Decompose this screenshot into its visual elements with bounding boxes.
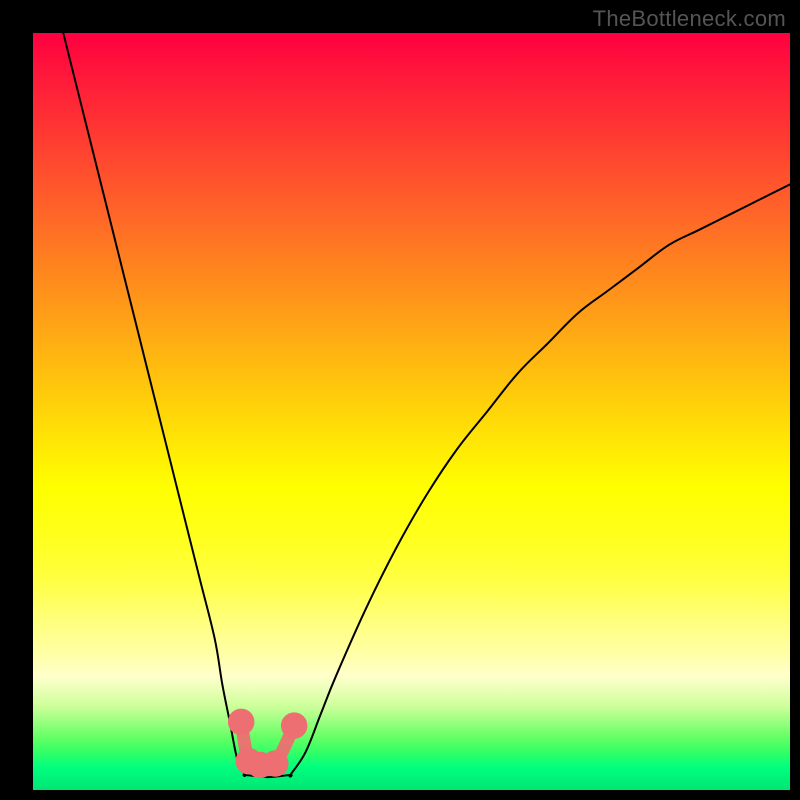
marker-dot-3: [262, 750, 289, 777]
chart-plot-area: [33, 33, 790, 790]
chart-curve: [33, 33, 790, 790]
chart-frame: TheBottleneck.com: [0, 0, 800, 800]
marker-dot-0: [228, 709, 255, 736]
watermark-text: TheBottleneck.com: [593, 6, 786, 32]
marker-dot-4: [281, 712, 308, 739]
bottleneck-curve: [63, 33, 790, 777]
